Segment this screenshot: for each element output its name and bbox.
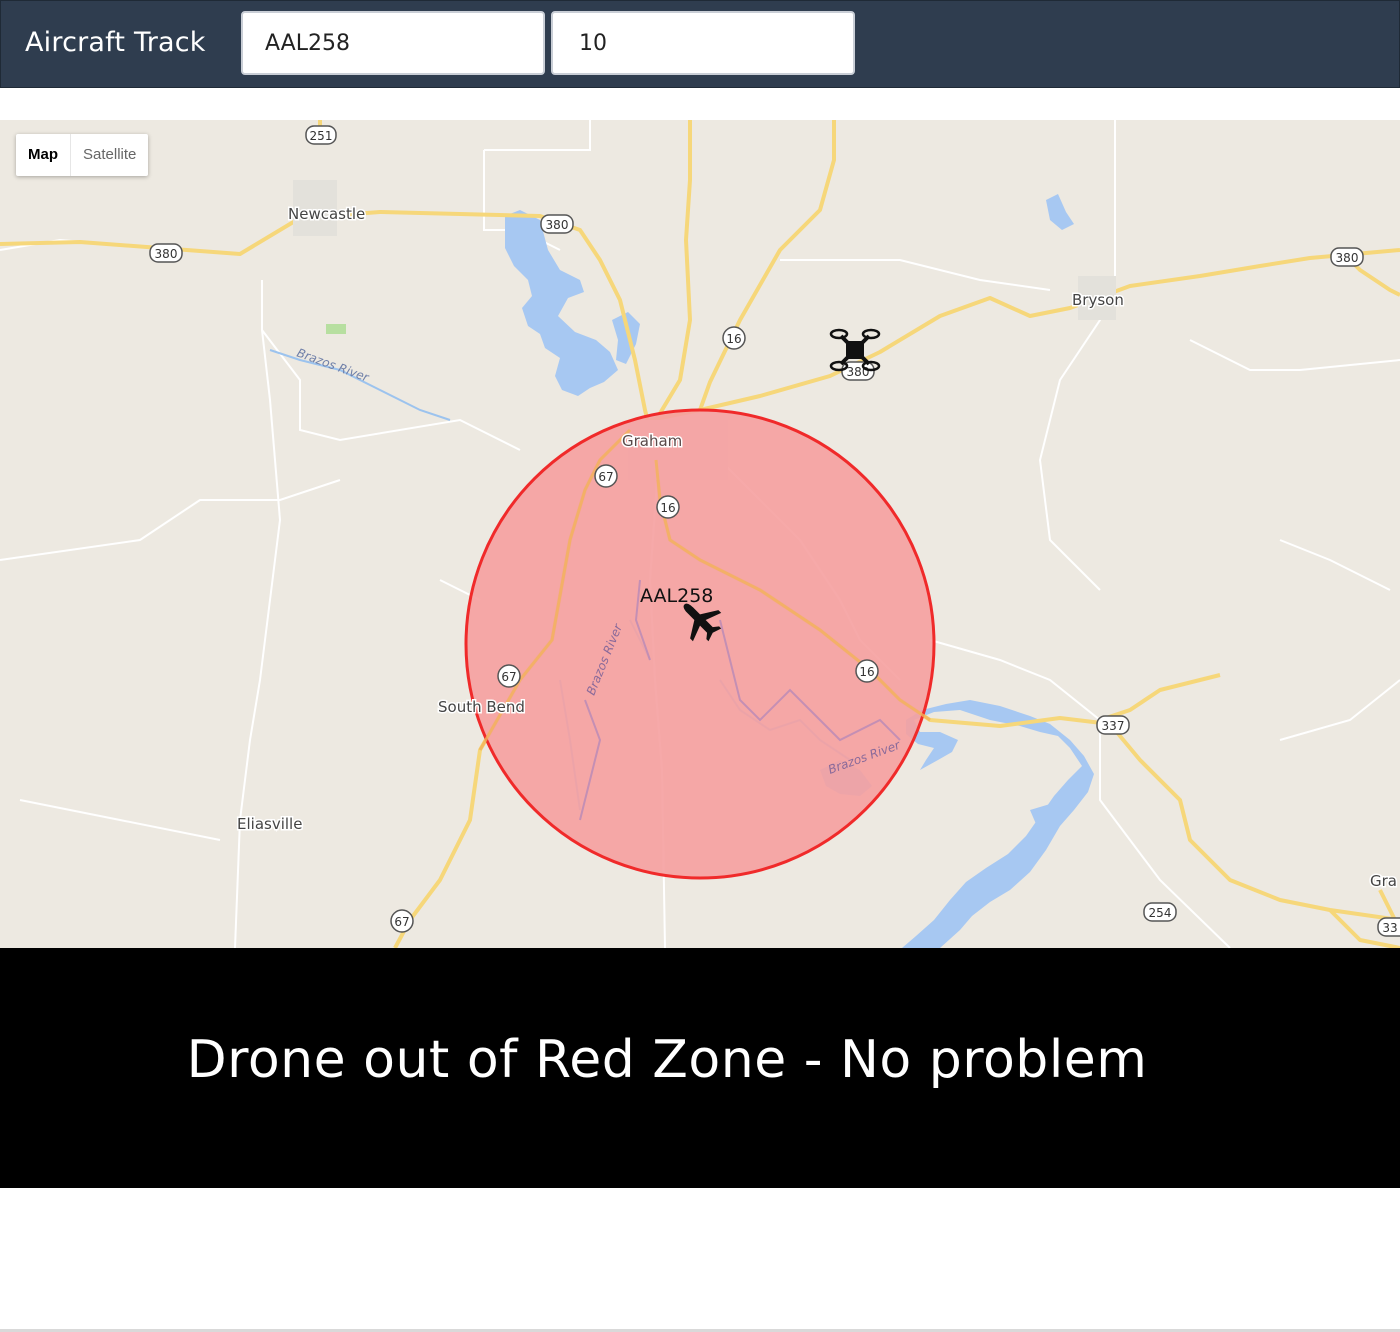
label-newcastle: Newcastle: [288, 205, 365, 223]
label-gra: Gra: [1370, 872, 1397, 890]
radius-input[interactable]: [551, 11, 855, 75]
svg-text:380: 380: [155, 247, 178, 261]
label-bryson: Bryson: [1072, 291, 1124, 309]
svg-text:337: 337: [1102, 719, 1125, 733]
park-area: [326, 324, 346, 334]
map-canvas: 251 380 380 380 380 16 16 16 67 67 67 33…: [0, 120, 1400, 948]
svg-text:67: 67: [598, 470, 613, 484]
svg-text:380: 380: [847, 365, 870, 379]
svg-text:251: 251: [310, 129, 333, 143]
satellite-view-button[interactable]: Satellite: [70, 134, 148, 176]
svg-text:254: 254: [1149, 906, 1172, 920]
svg-text:16: 16: [859, 665, 874, 679]
shield-380-b: 380: [540, 214, 574, 234]
svg-text:67: 67: [501, 670, 516, 684]
shield-380-a: 380: [149, 243, 183, 263]
app-title[interactable]: Aircraft Track: [25, 27, 206, 58]
svg-text:67: 67: [394, 915, 409, 929]
aircraft-label: AAL258: [640, 585, 713, 607]
shield-16-c: 16: [855, 659, 879, 683]
map-view-button[interactable]: Map: [16, 134, 70, 176]
svg-text:33: 33: [1382, 921, 1397, 935]
svg-text:380: 380: [1336, 251, 1359, 265]
shield-67-c: 67: [390, 909, 414, 933]
shield-16-a: 16: [722, 326, 746, 350]
shield-33x: 33: [1377, 917, 1400, 937]
shield-251: 251: [305, 125, 337, 145]
shield-67-a: 67: [594, 464, 618, 488]
shield-254: 254: [1143, 902, 1177, 922]
red-zone: [464, 408, 936, 880]
flight-number-input[interactable]: [241, 11, 545, 75]
svg-text:16: 16: [726, 332, 741, 346]
label-graham: Graham: [622, 432, 682, 450]
map[interactable]: Map Satellite 251 380 380 380 380 16 16 …: [0, 120, 1400, 948]
map-type-control: Map Satellite: [16, 134, 149, 176]
shield-16-b: 16: [656, 495, 680, 519]
status-message: Drone out of Red Zone - No problem: [186, 1030, 1148, 1090]
label-eliasville: Eliasville: [237, 815, 302, 833]
label-south-bend: South Bend: [438, 698, 525, 716]
shield-337: 337: [1096, 715, 1130, 735]
navbar: Aircraft Track: [0, 0, 1400, 88]
svg-text:16: 16: [660, 501, 675, 515]
svg-text:380: 380: [546, 218, 569, 232]
shield-67-b: 67: [497, 664, 521, 688]
shield-380-c: 380: [1330, 247, 1364, 267]
